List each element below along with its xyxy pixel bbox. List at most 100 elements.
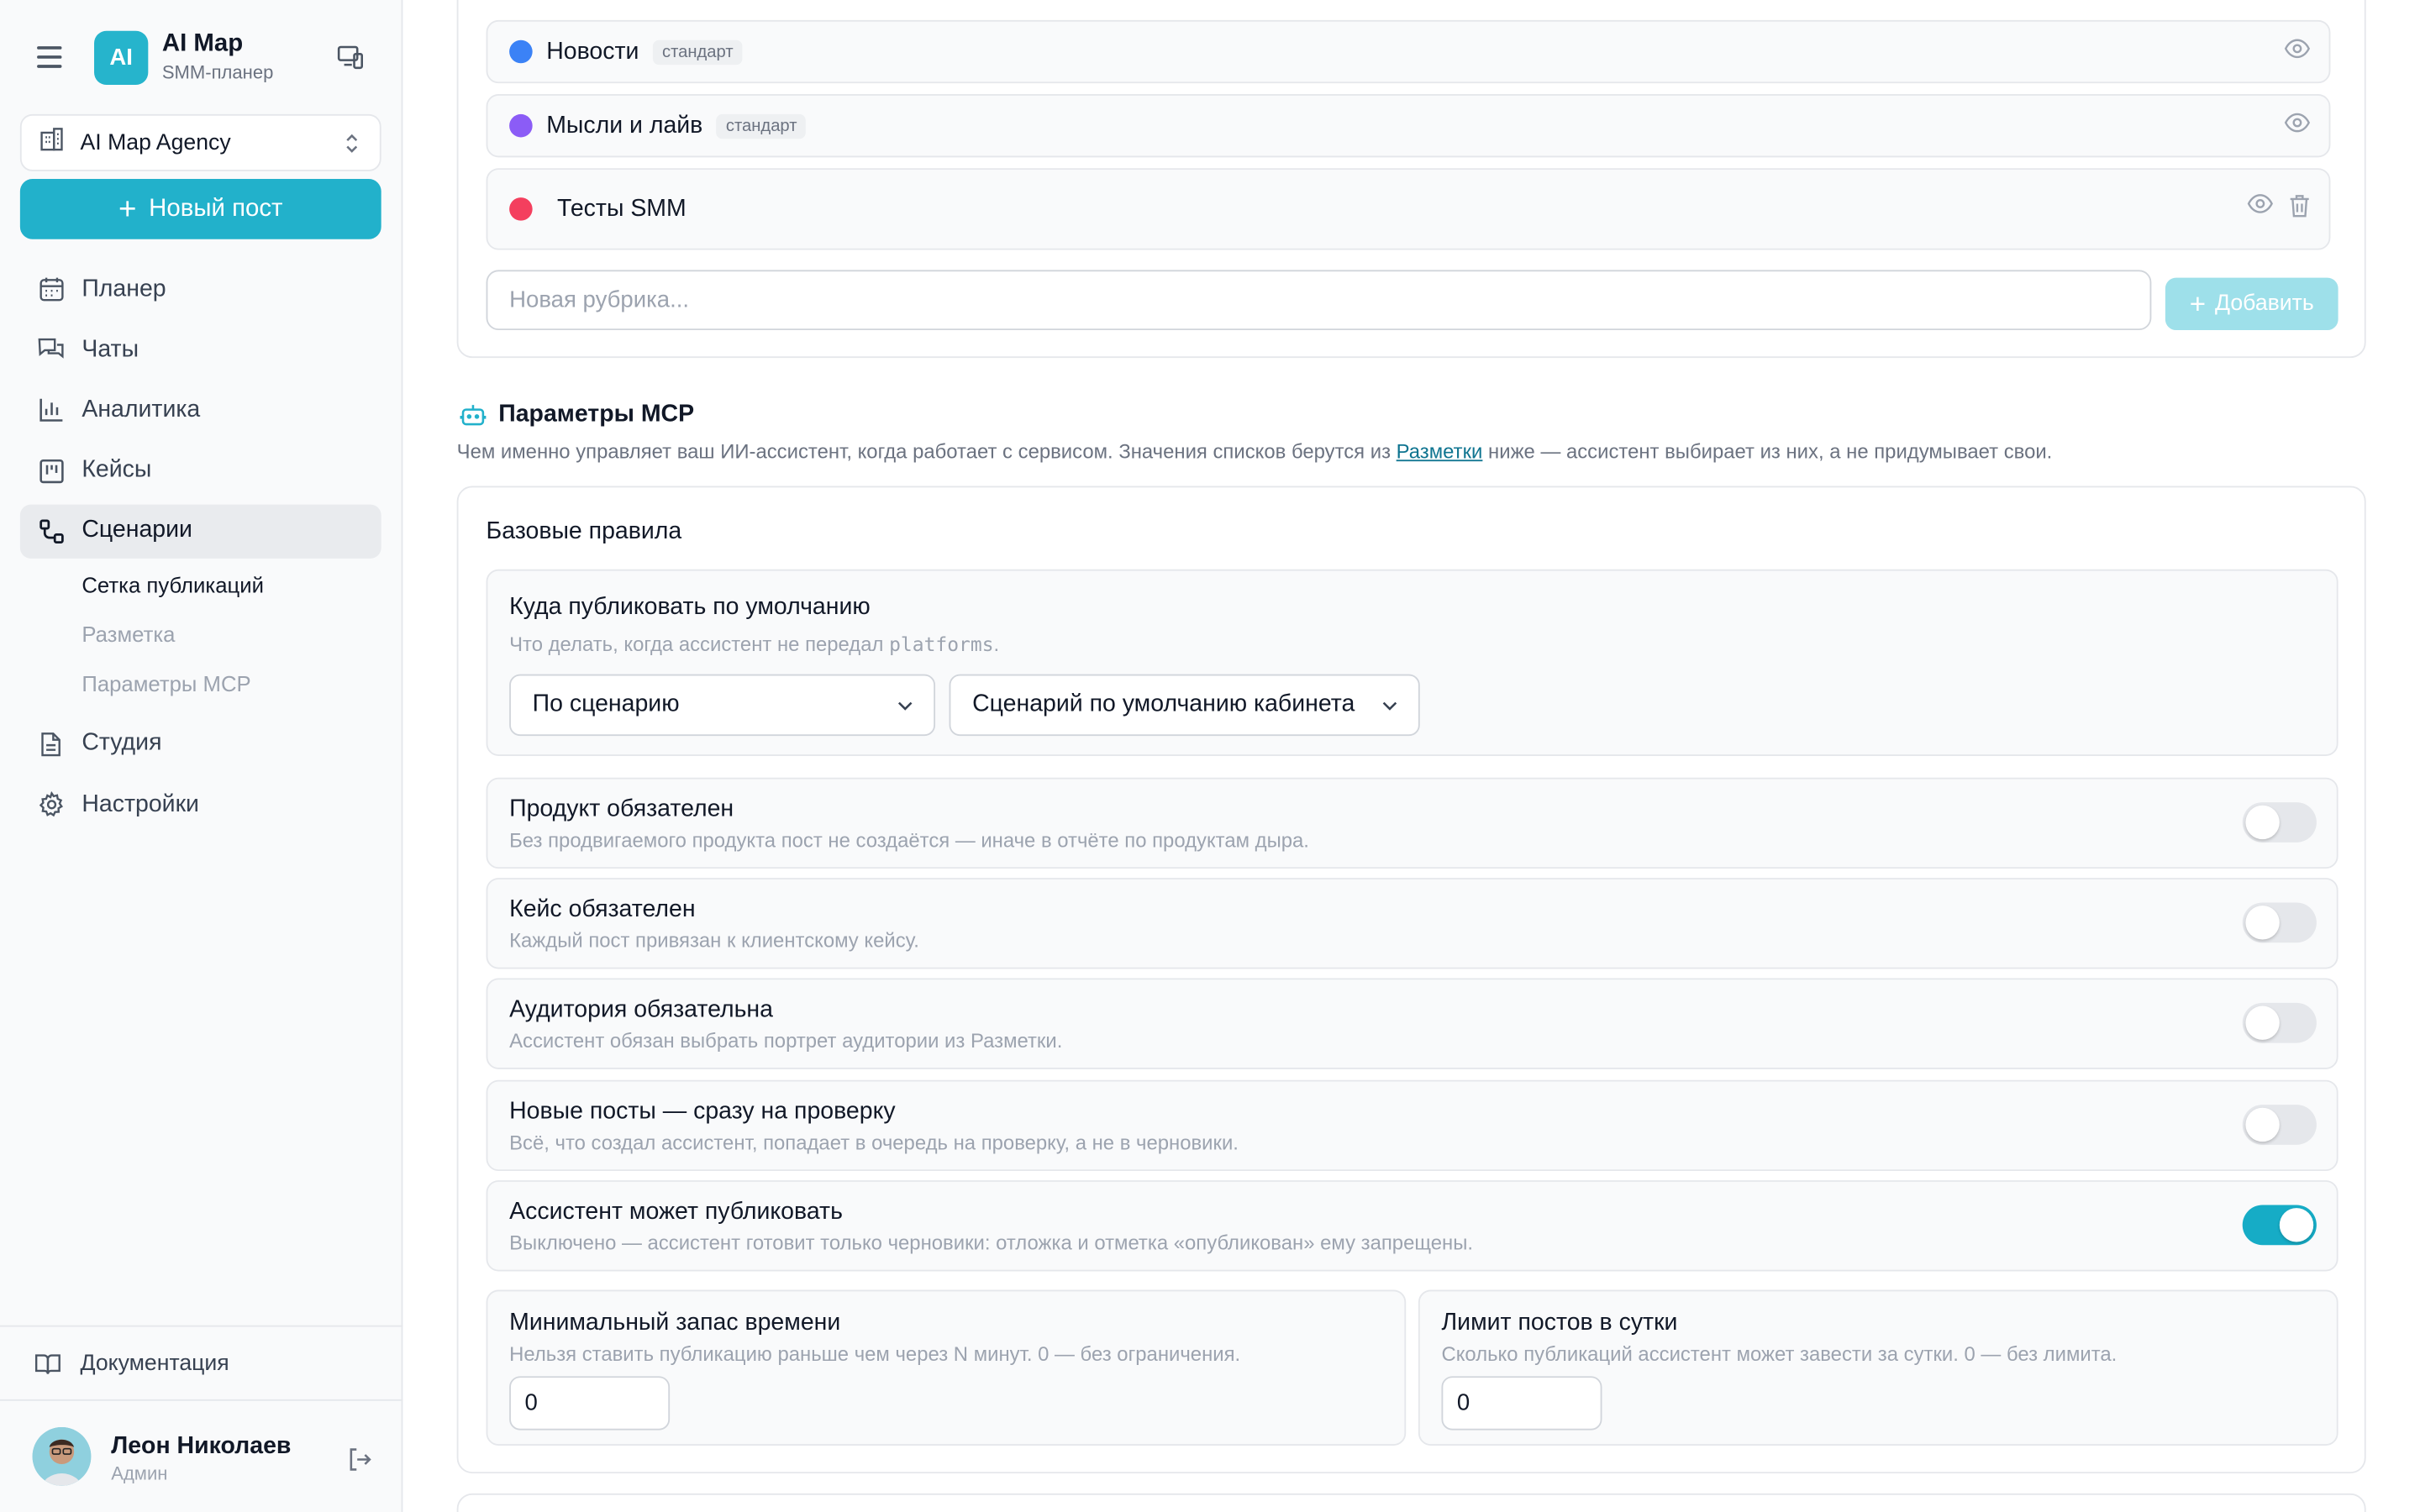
rubric-color-dot — [509, 39, 533, 64]
organization-select[interactable]: AI Map Agency — [19, 113, 381, 171]
toggle-title: Аудитория обязательна — [509, 996, 774, 1023]
nav-label: Сценарии — [82, 517, 192, 543]
rubric-row[interactable]: Тесты SMM — [486, 168, 2331, 250]
main-nav: Планер Чаты Аналитика Кейсы Сценарии Сет… — [19, 262, 381, 838]
nav-item-scenarios[interactable]: Сценарии — [19, 504, 381, 559]
nav-item-analytics[interactable]: Аналитика — [20, 383, 381, 437]
next-card — [456, 1493, 2366, 1512]
toggle-knob — [2245, 1005, 2280, 1040]
rubric-row[interactable]: Мысли и лайв стандарт — [486, 94, 2331, 158]
toggle-title: Продукт обязателен — [509, 795, 734, 822]
rubric-tag: стандарт — [716, 113, 807, 139]
app-logo: AI — [94, 30, 149, 86]
nav-item-settings[interactable]: Настройки — [20, 778, 381, 832]
devices-icon[interactable] — [336, 43, 364, 78]
default-scenario-select[interactable]: Сценарий по умолчанию кабинета — [949, 674, 1420, 737]
toggle-desc: Каждый пост привязан к клиентскому кейсу… — [509, 928, 919, 953]
toggle-knob — [2245, 805, 2280, 840]
publish-default-desc: Что делать, когда ассистент не передал p… — [509, 633, 999, 656]
rubrics-card: Новости стандарт Мысли и лайв стандарт Т… — [456, 0, 2366, 359]
sidebar: AI AI Map SMM-планер AI Map Agency + Нов… — [0, 0, 403, 1512]
product-required-toggle[interactable] — [2242, 802, 2317, 843]
user-name: Леон Николаев — [111, 1433, 292, 1460]
app-subtitle: SMM-планер — [161, 61, 274, 84]
chevron-updown-icon — [343, 131, 361, 164]
mcp-title: Параметры MCP — [498, 401, 695, 428]
rubric-row[interactable]: Новости стандарт — [486, 19, 2331, 84]
rubric-name: Мысли и лайв — [546, 112, 703, 139]
documentation-label: Документация — [80, 1351, 229, 1376]
nav-item-planner[interactable]: Планер — [20, 262, 381, 316]
toggle-desc: Выключено — ассистент готовит только чер… — [509, 1231, 1474, 1255]
calendar-icon — [37, 276, 65, 303]
add-label: Добавить — [2215, 291, 2314, 317]
nav-label: Кейсы — [82, 456, 152, 484]
avatar[interactable] — [32, 1426, 92, 1486]
mcp-desc-text: Чем именно управляет ваш ИИ-ассистент, к… — [456, 439, 1397, 464]
nav-label: Планер — [82, 275, 166, 302]
toggle-row-case: Кейс обязателен Каждый пост привязан к к… — [486, 878, 2338, 969]
nav-item-chats[interactable]: Чаты — [20, 323, 381, 376]
user-panel: Леон Николаев Админ — [0, 1399, 403, 1512]
book-icon — [34, 1351, 61, 1375]
documentation-link[interactable]: Документация — [0, 1325, 403, 1399]
audience-required-toggle[interactable] — [2242, 1002, 2317, 1043]
mcp-section-title: Параметры MCP — [460, 402, 694, 429]
toggle-row-review: Новые посты — сразу на проверку Всё, что… — [486, 1079, 2338, 1172]
toggle-knob — [2245, 906, 2280, 940]
building-icon — [39, 126, 65, 160]
daily-limit-desc: Сколько публикаций ассистент может завес… — [1441, 1341, 2118, 1366]
menu-icon[interactable] — [34, 42, 65, 73]
min-time-title: Минимальный запас времени — [509, 1310, 841, 1336]
min-time-box: Минимальный запас времени Нельзя ставить… — [486, 1289, 1407, 1446]
rubric-color-dot — [509, 113, 533, 138]
subnav-item-markup[interactable]: Разметка — [82, 609, 381, 659]
subnav-item-grid[interactable]: Сетка публикаций — [82, 560, 381, 610]
assistant-publish-toggle[interactable] — [2242, 1205, 2317, 1246]
publish-mode-select[interactable]: По сценарию — [509, 674, 936, 737]
min-time-desc: Нельзя ставить публикацию раньше чем чер… — [509, 1341, 1241, 1366]
toggle-title: Кейс обязателен — [509, 896, 696, 923]
review-toggle[interactable] — [2242, 1105, 2317, 1145]
publish-default-title: Куда публиковать по умолчанию — [509, 594, 871, 621]
toggle-row-product: Продукт обязателен Без продвигаемого про… — [486, 777, 2338, 869]
robot-icon — [460, 402, 487, 427]
nav-label: Настройки — [82, 790, 199, 817]
toggle-knob — [2279, 1208, 2314, 1242]
kanban-icon — [37, 457, 65, 485]
publish-default-box: Куда публиковать по умолчанию Что делать… — [486, 569, 2338, 756]
toggle-desc: Всё, что создал ассистент, попадает в оч… — [509, 1131, 1239, 1154]
base-rules-title: Базовые правила — [486, 518, 682, 545]
user-role: Админ — [111, 1462, 168, 1484]
logout-icon[interactable] — [345, 1446, 373, 1481]
gear-icon — [37, 791, 65, 819]
nav-item-studio[interactable]: Студия — [20, 717, 381, 771]
toggle-title: Ассистент может публиковать — [509, 1199, 843, 1226]
subnav-item-mcp[interactable]: Параметры MCP — [82, 659, 381, 708]
eye-icon[interactable] — [2284, 112, 2311, 139]
new-rubric-input[interactable] — [486, 270, 2152, 331]
eye-icon[interactable] — [2284, 38, 2311, 66]
min-time-input[interactable] — [509, 1376, 671, 1431]
eye-icon[interactable] — [2247, 193, 2273, 226]
app-name: AI Map — [161, 30, 244, 57]
document-icon — [37, 731, 65, 759]
new-post-label: Новый пост — [149, 195, 283, 222]
scenarios-subnav: Сетка публикаций Разметка Параметры MCP — [82, 560, 381, 708]
markup-link[interactable]: Разметки — [1397, 439, 1483, 463]
rubric-color-dot — [509, 197, 533, 221]
daily-limit-box: Лимит постов в сутки Сколько публикаций … — [1418, 1289, 2338, 1446]
nav-item-cases[interactable]: Кейсы — [20, 444, 381, 497]
daily-limit-title: Лимит постов в сутки — [1441, 1310, 1678, 1336]
daily-limit-input[interactable] — [1441, 1376, 1602, 1431]
case-required-toggle[interactable] — [2242, 902, 2317, 943]
new-post-button[interactable]: + Новый пост — [19, 179, 381, 239]
base-rules-card: Базовые правила Куда публиковать по умол… — [456, 486, 2366, 1474]
nav-label: Чаты — [82, 335, 139, 363]
add-rubric-button[interactable]: + Добавить — [2165, 277, 2338, 331]
trash-icon[interactable] — [2289, 193, 2311, 226]
nav-label: Студия — [82, 730, 162, 757]
chevron-down-icon — [895, 696, 915, 723]
toggle-row-publish: Ассистент может публиковать Выключено — … — [486, 1180, 2338, 1272]
desc-text: . — [993, 633, 1000, 656]
